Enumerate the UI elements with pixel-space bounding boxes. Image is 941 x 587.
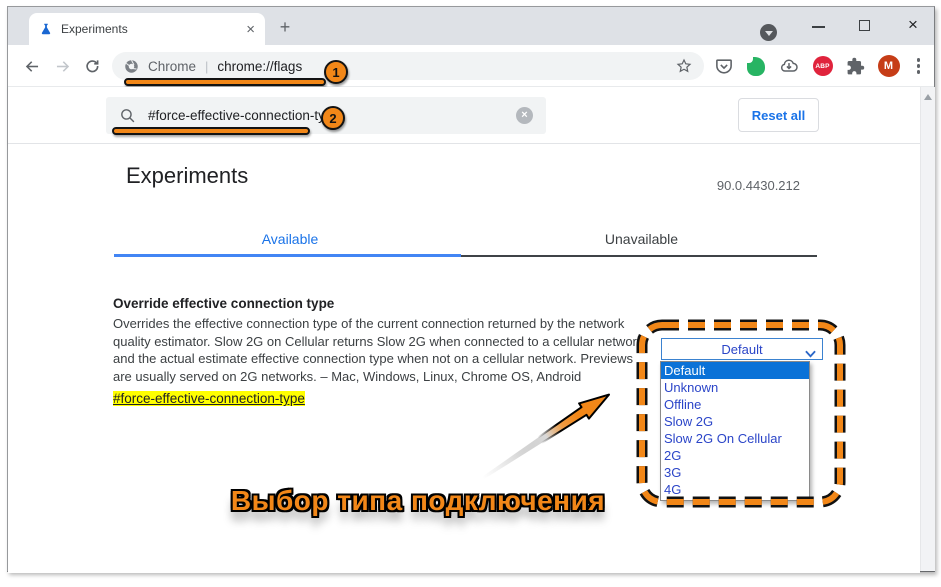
menu-kebab-icon[interactable] [913, 58, 925, 74]
tab-experiments[interactable]: Experiments × [29, 13, 265, 45]
annotation-badge-2: 2 [321, 106, 345, 130]
search-icon [119, 107, 136, 124]
annotation-caption: Выбор типа подключения [218, 485, 618, 517]
url-bar[interactable]: Chrome | chrome://flags [112, 52, 704, 80]
tab-unavailable[interactable]: Unavailable [466, 231, 817, 247]
minimize-button[interactable] [812, 26, 825, 28]
search-value: #force-effective-connection-type [148, 108, 340, 123]
chrome-logo-icon [124, 59, 139, 74]
browser-window: Experiments × + × Chrome | chrome://flag… [7, 6, 935, 572]
page-title: Experiments [126, 163, 248, 189]
tab-available[interactable]: Available [114, 231, 466, 247]
evernote-icon[interactable] [747, 57, 765, 76]
flag-permalink[interactable]: #force-effective-connection-type [113, 391, 305, 406]
annotation-dashed-frame [634, 317, 848, 510]
clear-search-icon[interactable]: × [516, 107, 533, 124]
url-separator: | [205, 59, 208, 74]
download-cloud-icon[interactable] [778, 56, 800, 76]
flags-flask-icon [39, 22, 53, 36]
tabs-divider-line [461, 255, 817, 257]
reload-button[interactable] [80, 54, 104, 78]
profile-avatar[interactable]: M [878, 55, 900, 77]
close-window-button[interactable]: × [903, 11, 923, 39]
flag-title: Override effective connection type [113, 296, 334, 311]
annotation-underline-url [124, 78, 326, 86]
url-path: chrome://flags [217, 59, 302, 74]
page-scrollbar[interactable] [920, 87, 935, 571]
tab-search-button[interactable] [760, 24, 777, 41]
pocket-icon[interactable] [714, 57, 734, 76]
scroll-up-arrow-icon[interactable] [924, 94, 932, 100]
annotation-arrow [458, 375, 628, 490]
annotation-underline-search [112, 127, 310, 135]
tab-close-icon[interactable]: × [246, 22, 255, 37]
bookmark-star-icon[interactable] [676, 58, 692, 74]
extensions-puzzle-icon[interactable] [846, 57, 865, 76]
chevron-down-icon [765, 31, 773, 36]
adblock-plus-icon[interactable]: ABP [813, 56, 833, 76]
reset-all-button[interactable]: Reset all [738, 98, 819, 132]
new-tab-button[interactable]: + [274, 16, 296, 38]
flags-page-header: #force-effective-connection-type × 2 Res… [8, 87, 934, 144]
extensions-cluster: ABP M [714, 53, 925, 79]
available-tab-underline [114, 254, 461, 257]
tab-title: Experiments [61, 22, 246, 36]
maximize-button[interactable] [859, 20, 870, 31]
tab-strip: Experiments × + × [8, 7, 934, 45]
flags-page-content: Experiments 90.0.4430.212 Available Unav… [8, 144, 920, 573]
chrome-version: 90.0.4430.212 [717, 178, 800, 193]
url-host: Chrome [148, 59, 196, 74]
back-button[interactable] [20, 54, 44, 78]
annotation-badge-1: 1 [324, 60, 348, 84]
browser-toolbar: Chrome | chrome://flags ABP M 1 [8, 45, 934, 87]
forward-button[interactable] [50, 54, 74, 78]
